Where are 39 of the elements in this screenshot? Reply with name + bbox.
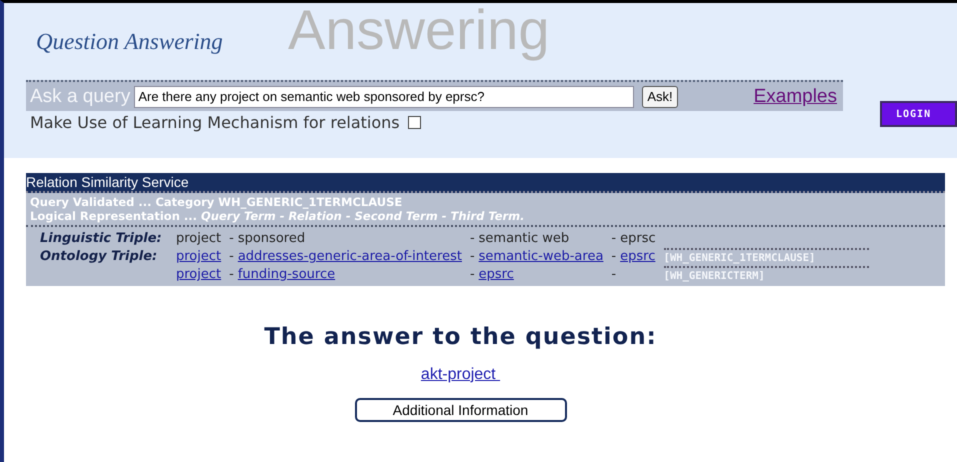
separator: -	[611, 231, 616, 246]
term-link[interactable]: addresses-generic-area-of-interest	[238, 249, 462, 264]
learning-label: Make Use of Learning Mechanism for relations	[30, 113, 400, 132]
term-text: eprsc	[620, 231, 656, 246]
term-text: sponsored	[238, 231, 306, 246]
query-field[interactable]: Are there any project on semantic web sponsored by eprsc?	[134, 86, 634, 108]
category-tag: [WH_GENERIC_1TERMCLAUSE]	[664, 248, 869, 264]
term-link[interactable]: epsrc	[620, 249, 656, 264]
login-button[interactable]: LOGIN	[880, 101, 957, 127]
page-title: Question Answering	[36, 29, 223, 55]
panel-title: Relation Similarity Service	[26, 173, 945, 193]
answer-heading: The answer to the question:	[264, 324, 657, 350]
page-title-background: Answering	[288, 3, 550, 63]
category-tag: [WH_GENERICTERM]	[664, 266, 869, 282]
triple-label: Ontology Triple:	[40, 249, 158, 264]
separator: -	[229, 231, 234, 246]
validation-text: Query Validated ... Category WH_GENERIC_1TERMCLAUSE	[30, 195, 404, 209]
separator: -	[611, 267, 616, 282]
separator: -	[470, 249, 475, 264]
query-label: Ask a query	[30, 86, 130, 108]
term-link[interactable]: funding-source	[238, 267, 336, 282]
ask-button[interactable]: Ask!	[642, 86, 678, 108]
separator: -	[470, 267, 475, 282]
term-link[interactable]: semantic-web-area	[478, 249, 604, 264]
separator: -	[229, 249, 234, 264]
examples-link[interactable]: Examples	[754, 86, 837, 108]
term-link[interactable]: project	[176, 267, 222, 282]
term-text: semantic web	[478, 231, 570, 246]
triple-label: Linguistic Triple:	[40, 231, 163, 246]
additional-info-button[interactable]: Additional Information	[354, 398, 566, 422]
separator: -	[470, 231, 475, 246]
separator: -	[229, 267, 234, 282]
term-link[interactable]: project	[176, 249, 222, 264]
separator: -	[611, 249, 616, 264]
representation-text: Logical Representation ... Query Term - Relation - Second Term - Third Term.	[30, 209, 526, 223]
learning-checkbox[interactable]	[408, 116, 421, 129]
term-text: project	[176, 231, 222, 246]
term-link[interactable]: epsrc	[478, 267, 514, 282]
answer-link[interactable]: akt-project	[420, 366, 500, 384]
